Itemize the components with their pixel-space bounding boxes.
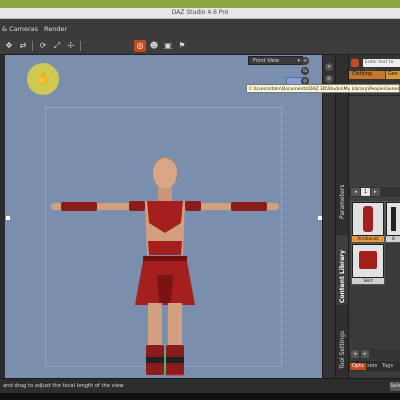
thumb-skirt[interactable]: Skirt	[351, 243, 385, 285]
tab-tags[interactable]: Tags	[380, 363, 395, 370]
pane-tab-strip: × ≡	[323, 55, 336, 378]
genesis-2-female-figure[interactable]	[45, 105, 285, 378]
bottom-strip	[0, 393, 400, 400]
figure-tool-icon[interactable]: ☻	[148, 40, 160, 52]
pager-page-number[interactable]: 1	[361, 188, 370, 196]
thumb-label: B	[386, 236, 400, 242]
content-library-panel: Enter text to filter Clothing Gen ◂ 1 ▸ …	[349, 55, 400, 378]
arrow-left-icon[interactable]: ◂	[351, 350, 359, 358]
hand-cursor-icon: ✋	[36, 71, 51, 85]
3d-viewport[interactable]: ✋ Front View ▾ ✛ ⇆ ◎	[5, 55, 322, 378]
cursor-highlight: ✋	[27, 63, 59, 95]
viewport-left-marker	[6, 216, 10, 220]
menu-item-render[interactable]: Render	[44, 25, 67, 33]
thumb-armbands[interactable]: Armbands	[351, 201, 385, 243]
title-bar: DAZ Studio 4.6 Pro	[0, 8, 400, 19]
main-toolbar: ✥ ⇄ ⟳ ⤢ ☩ ◎ ☻ ▣ ⚑	[0, 38, 400, 55]
vertical-tabs: Parameters Content Library Tool Settings	[336, 55, 349, 378]
toolbar-separator	[32, 41, 33, 51]
translate-tool-icon[interactable]: ⇄	[17, 40, 29, 52]
library-search-input[interactable]: Enter text to filter	[363, 59, 400, 73]
right-pane: × ≡ Parameters Content Library Tool Sett…	[323, 55, 400, 378]
content-library-header: Enter text to filter Clothing Gen	[349, 55, 400, 83]
chevron-down-icon: ▾	[297, 58, 300, 64]
library-pager: ◂ 1 ▸	[349, 187, 400, 197]
viewport-controls: ✛ ⇆ ◎	[301, 57, 317, 87]
pane-close-icon[interactable]: ×	[325, 63, 333, 71]
thumb-b[interactable]: B	[385, 201, 400, 243]
pager-next-icon[interactable]: ▸	[371, 188, 380, 196]
toolbar-separator	[80, 41, 81, 51]
menu-bar: & Cameras Render	[0, 19, 400, 39]
active-pose-tool-icon[interactable]: ◎	[134, 40, 146, 52]
skirt-thumbnail	[353, 245, 383, 277]
tab-sets[interactable]: sets	[365, 363, 379, 370]
tab-parameters[interactable]: Parameters	[336, 143, 348, 221]
pane-menu-icon[interactable]: ≡	[325, 75, 333, 83]
b-thumbnail	[387, 203, 400, 235]
status-bar: and drag to adjust the focal length of t…	[0, 378, 400, 394]
menu-item-cameras[interactable]: & Cameras	[2, 25, 38, 33]
thumb-label: Armbands	[352, 236, 384, 242]
rotate-tool-icon[interactable]: ⟳	[37, 40, 49, 52]
library-home-icon[interactable]	[351, 59, 359, 67]
camera-tool-icon[interactable]: ▣	[162, 40, 174, 52]
view-selector-label: Front View	[253, 58, 280, 64]
viewport-right-marker	[318, 216, 322, 220]
universal-tool-icon[interactable]: ✥	[3, 40, 15, 52]
tab-opts[interactable]: Opts	[350, 363, 366, 370]
tab-content-library[interactable]: Content Library	[336, 235, 348, 305]
pan-icon[interactable]: ⇆	[301, 67, 309, 75]
breadcrumb-clothing[interactable]: Clothing	[349, 71, 385, 79]
content-path-tooltip: C:\Users\staln\Documents\DAZ 3D\Studio\M…	[246, 84, 400, 93]
select-button[interactable]: Selec	[390, 382, 400, 391]
view-selector-dropdown[interactable]: Front View ▾	[248, 56, 303, 65]
library-bottom-tabs: Opts sets Tags	[349, 361, 400, 371]
status-text: and drag to adjust the focal length of t…	[3, 383, 124, 389]
library-bottom-bar: ◂ ▸	[349, 349, 400, 359]
top-accent-bar	[0, 0, 400, 8]
armbands-thumbnail	[353, 203, 383, 235]
orbit-icon[interactable]: ✛	[301, 57, 309, 65]
tab-tool-settings[interactable]: Tool Settings	[336, 311, 348, 371]
scale-tool-icon[interactable]: ⤢	[51, 40, 63, 52]
pager-prev-icon[interactable]: ◂	[351, 188, 360, 196]
thumb-label: Skirt	[352, 278, 384, 284]
window-title: DAZ Studio 4.6 Pro	[171, 9, 229, 16]
arrow-right-icon[interactable]: ▸	[361, 350, 369, 358]
node-select-icon[interactable]: ☩	[65, 40, 77, 52]
render-tool-icon[interactable]: ⚑	[176, 40, 188, 52]
breadcrumb-genesis[interactable]: Gen	[386, 71, 400, 79]
